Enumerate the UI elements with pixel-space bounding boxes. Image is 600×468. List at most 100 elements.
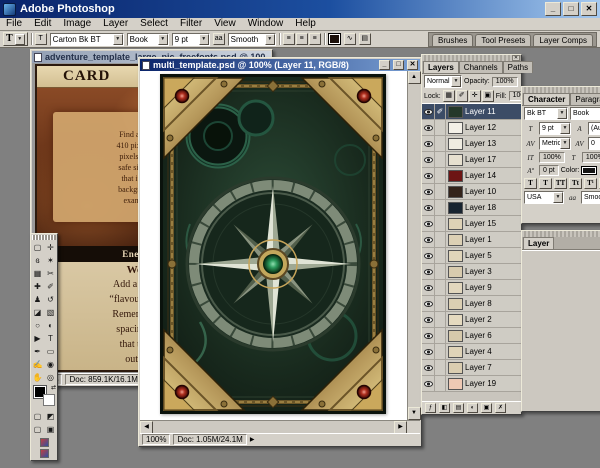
- char-size-select[interactable]: 9 pt ▼: [539, 122, 571, 135]
- layer-row[interactable]: Layer 6: [422, 327, 521, 344]
- menu-file[interactable]: File: [0, 18, 28, 30]
- character-color-swatch[interactable]: [581, 166, 598, 175]
- zoom-level-field[interactable]: 100%: [142, 434, 171, 445]
- layer-thumbnail[interactable]: [448, 313, 463, 326]
- lock-all-icon[interactable]: ▣: [481, 90, 494, 102]
- text-orientation-button[interactable]: T: [34, 33, 47, 45]
- lock-transparency-icon[interactable]: ▦: [442, 90, 455, 102]
- char-leading-select[interactable]: (Auto) ▼: [588, 122, 600, 135]
- scroll-up-icon[interactable]: ▲: [407, 71, 421, 84]
- layer-row[interactable]: Layer 13: [422, 135, 521, 152]
- menu-window[interactable]: Window: [242, 18, 290, 30]
- layer-thumbnail[interactable]: [448, 233, 463, 246]
- maximize-button[interactable]: □: [393, 60, 404, 70]
- menu-filter[interactable]: Filter: [174, 18, 208, 30]
- all-caps-button[interactable]: TT: [554, 178, 567, 189]
- scroll-down-icon[interactable]: ▼: [407, 407, 421, 420]
- status-popup-icon[interactable]: ▶: [250, 437, 255, 443]
- new-layer-icon[interactable]: ▣: [481, 403, 492, 413]
- layer-row[interactable]: Layer 15: [422, 215, 521, 232]
- visibility-toggle[interactable]: [422, 104, 435, 120]
- layer-thumbnail[interactable]: [448, 249, 463, 262]
- layer-row[interactable]: Layer 17: [422, 151, 521, 168]
- layer-thumbnail[interactable]: [448, 377, 463, 390]
- blend-mode-select[interactable]: Normal ▼: [424, 75, 462, 88]
- layer-thumbnail[interactable]: [448, 361, 463, 374]
- visibility-toggle[interactable]: [422, 135, 435, 152]
- superscript-button[interactable]: T¹: [584, 178, 597, 189]
- layer-thumbnail[interactable]: [448, 121, 463, 134]
- move-tool[interactable]: ✛: [44, 241, 57, 254]
- char-tracking-select[interactable]: 0 ▼: [588, 137, 600, 150]
- type-tool[interactable]: T: [44, 332, 57, 345]
- scroll-right-icon[interactable]: ▶: [394, 420, 407, 434]
- clone-stamp-tool[interactable]: ♟: [31, 293, 44, 306]
- layer-row[interactable]: Layer 9: [422, 279, 521, 296]
- visibility-toggle[interactable]: [422, 359, 435, 376]
- layer-thumbnail[interactable]: [448, 329, 463, 342]
- layer-mask-icon[interactable]: ◧: [439, 403, 450, 413]
- dodge-tool[interactable]: ◐: [44, 319, 57, 332]
- adjustment-layer-icon[interactable]: ◐: [467, 403, 478, 413]
- scroll-left-icon[interactable]: ◀: [140, 420, 153, 434]
- toggle-palettes-button[interactable]: ▤: [358, 33, 371, 45]
- layer-row[interactable]: Layer 3: [422, 263, 521, 280]
- swap-colors-icon[interactable]: ⇄: [51, 385, 56, 391]
- visibility-toggle[interactable]: [422, 375, 435, 392]
- palette-well-tab-brushes[interactable]: Brushes: [432, 33, 474, 46]
- visibility-toggle[interactable]: [422, 311, 435, 328]
- baseline-shift-field[interactable]: 0 pt: [539, 165, 559, 176]
- tab-paths[interactable]: Paths: [502, 61, 534, 73]
- eraser-tool[interactable]: ◪: [31, 306, 44, 319]
- menu-view[interactable]: View: [208, 18, 242, 30]
- layer-thumbnail[interactable]: [448, 169, 463, 182]
- char-anti-alias-select[interactable]: Smooth ▼: [581, 191, 600, 204]
- notes-tool[interactable]: ✍: [31, 358, 44, 371]
- mini-swatch[interactable]: [39, 438, 49, 447]
- menu-image[interactable]: Image: [57, 18, 97, 30]
- menu-edit[interactable]: Edit: [28, 18, 57, 30]
- layer-row[interactable]: Layer 18: [422, 199, 521, 216]
- path-selection-tool[interactable]: ▶: [31, 332, 44, 345]
- text-color-swatch[interactable]: [327, 33, 341, 45]
- palette-well-tab-tool-presets[interactable]: Tool Presets: [475, 33, 532, 46]
- layer-row[interactable]: Layer 2: [422, 311, 521, 328]
- layer-row[interactable]: Layer 7: [422, 359, 521, 376]
- magic-wand-tool[interactable]: ✶: [44, 254, 57, 267]
- layer-row[interactable]: ✐ Layer 11: [422, 104, 521, 120]
- app-titlebar[interactable]: Adobe Photoshop _ □ ✕: [0, 0, 600, 18]
- tool-preset-picker[interactable]: T ▼: [3, 32, 28, 46]
- layer-row[interactable]: Layer 10: [422, 183, 521, 200]
- healing-brush-tool[interactable]: ✚: [31, 280, 44, 293]
- toolbox-drag-handle[interactable]: [32, 235, 56, 240]
- menu-help[interactable]: Help: [289, 18, 322, 30]
- standard-screen-button[interactable]: ▢: [31, 423, 44, 436]
- mini-swatch[interactable]: [39, 449, 49, 458]
- close-button[interactable]: ✕: [581, 2, 597, 16]
- faux-bold-button[interactable]: T: [524, 178, 537, 189]
- visibility-toggle[interactable]: [422, 231, 435, 248]
- gradient-tool[interactable]: ▧: [44, 306, 57, 319]
- char-font-style-select[interactable]: Book ▼: [570, 107, 600, 120]
- faux-italic-button[interactable]: T: [539, 178, 552, 189]
- rectangular-marquee-tool[interactable]: ▢: [31, 241, 44, 254]
- visibility-toggle[interactable]: [422, 119, 435, 136]
- layer-row[interactable]: Layer 1: [422, 231, 521, 248]
- visibility-toggle[interactable]: [422, 327, 435, 344]
- language-select[interactable]: USA ▼: [524, 191, 564, 204]
- pen-tool[interactable]: ✒: [31, 345, 44, 358]
- minimize-button[interactable]: _: [545, 2, 561, 16]
- lasso-tool[interactable]: ɞ: [31, 254, 44, 267]
- lock-position-icon[interactable]: ✛: [468, 90, 481, 102]
- close-button[interactable]: ✕: [407, 60, 418, 70]
- visibility-toggle[interactable]: [422, 151, 435, 168]
- visibility-toggle[interactable]: [422, 295, 435, 312]
- full-screen-button[interactable]: ▣: [44, 423, 57, 436]
- visibility-toggle[interactable]: [422, 167, 435, 184]
- opacity-field[interactable]: 100%: [491, 76, 518, 87]
- palette-well-tab-layer-comps[interactable]: Layer Comps: [533, 33, 593, 46]
- minimize-button[interactable]: _: [379, 60, 390, 70]
- layer-thumbnail[interactable]: [448, 217, 463, 230]
- history-brush-tool[interactable]: ↺: [44, 293, 57, 306]
- align-left-icon[interactable]: ≡: [282, 33, 295, 45]
